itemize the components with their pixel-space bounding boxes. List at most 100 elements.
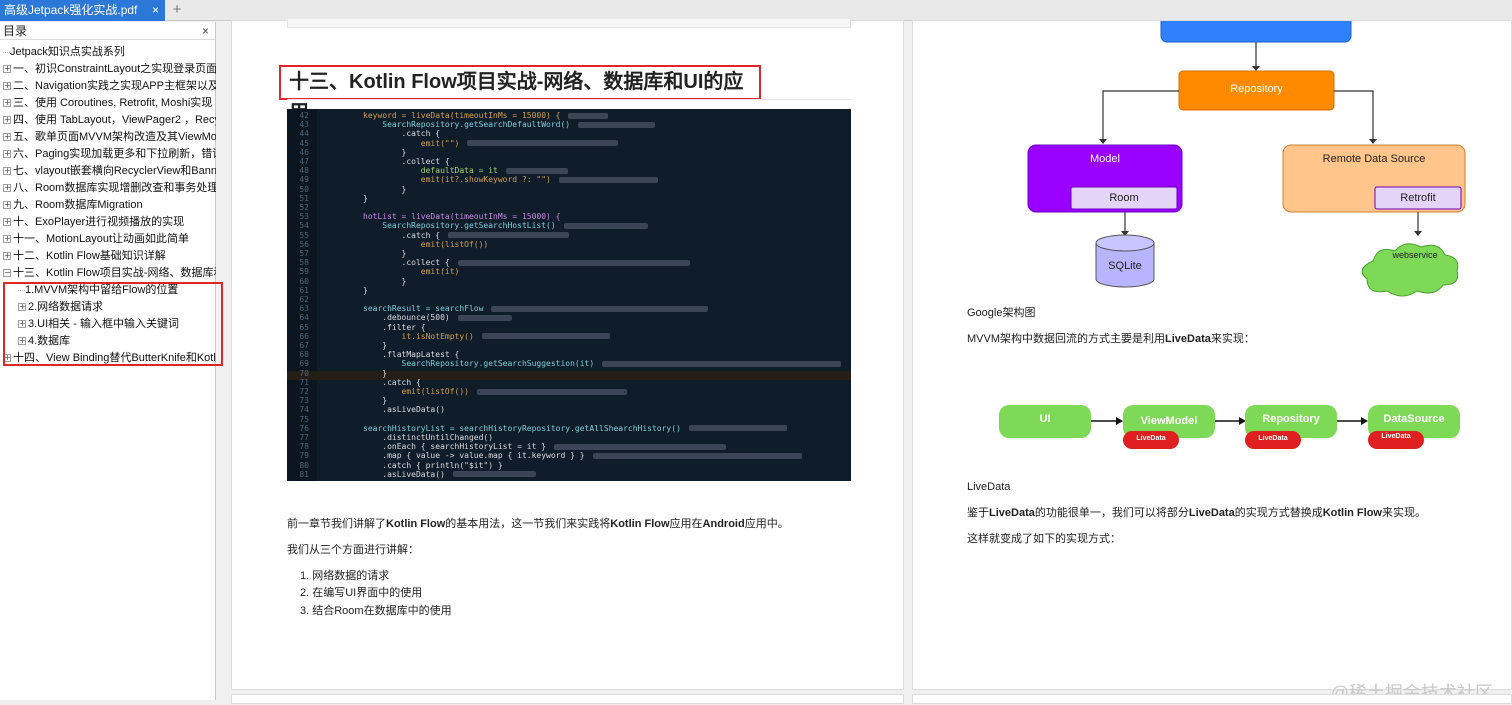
code-line: 65 .filter { [287, 322, 426, 332]
mvvm-paragraph: MVVM架构中数据回流的方式主要是利用LiveData来实现： [967, 333, 1255, 345]
line-number: 49 [299, 175, 309, 185]
code-line: 61} [287, 286, 367, 295]
outline-paragraph: 我们从三个方面进行讲解： [287, 544, 419, 556]
pdf-page-right-next [912, 694, 1512, 704]
line-number: 74 [299, 405, 309, 415]
line-number: 54 [299, 221, 309, 231]
code-text: } [363, 368, 388, 378]
line-number: 43 [299, 120, 309, 130]
code-text: searchHistoryList = searchHistoryReposit… [363, 423, 681, 433]
expand-icon[interactable]: + [3, 82, 11, 91]
code-line: 56 emit(listOf()) [287, 240, 488, 249]
expand-icon[interactable]: + [3, 218, 11, 227]
expand-icon[interactable]: + [3, 133, 11, 142]
toc-item[interactable]: + 四、使用 TabLayout，ViewPager2 ，Recy [0, 112, 216, 129]
code-line: 68 .flatMapLatest { [287, 350, 459, 359]
collapse-icon[interactable]: − [3, 269, 11, 278]
architecture-diagram [999, 21, 1466, 449]
close-tab-icon[interactable]: × [152, 0, 159, 21]
toc-title: 目录 [3, 24, 28, 38]
line-number: 55 [299, 230, 309, 240]
code-text: .asLiveData() [363, 405, 445, 415]
line-number: 45 [299, 138, 309, 148]
blurred-annotation [457, 259, 690, 266]
toc-item-label: 十三、Kotlin Flow项目实战-网络、数据库和 [13, 267, 216, 279]
toc-header: 目录 × [0, 22, 215, 40]
toc-item[interactable]: + 十、ExoPlayer进行视频播放的实现 [0, 214, 216, 231]
line-number: 68 [299, 350, 309, 360]
toc-item[interactable]: Jetpack知识点实战系列 [0, 44, 216, 61]
line-number: 77 [299, 433, 309, 442]
code-text: } [363, 249, 407, 258]
code-line: 44 .catch { [287, 129, 440, 138]
flow-ui-label: UI [1039, 413, 1051, 425]
code-text: } [363, 193, 368, 203]
code-line: 73 } [287, 396, 387, 405]
code-line: 81 .asLiveData() [287, 470, 536, 479]
code-text: emit(listOf()) [363, 239, 489, 249]
sqlite-label: SQLite [1108, 260, 1142, 272]
expand-icon[interactable]: + [3, 116, 11, 125]
line-number: 59 [299, 267, 309, 277]
toc-item[interactable]: + 九、Room数据库Migration [0, 197, 216, 214]
line-number: 58 [299, 258, 309, 268]
toc-item[interactable]: + 三、使用 Coroutines, Retrofit, Moshi实现 [0, 95, 216, 112]
blurred-annotation [578, 121, 656, 128]
flow-datasource-label: DataSource [1383, 413, 1445, 425]
toc-item[interactable]: + 六、Paging实现加载更多和下拉刷新，错误 [0, 146, 216, 163]
pdf-page-left-next [231, 694, 904, 704]
expand-icon[interactable]: + [3, 184, 11, 193]
code-line: 48 defaultData = it [287, 166, 568, 175]
expand-icon[interactable]: + [3, 201, 11, 210]
line-number: 78 [299, 442, 309, 452]
code-text: .flatMapLatest { [363, 350, 460, 360]
expand-icon[interactable]: + [3, 167, 11, 176]
new-tab-button[interactable]: + [170, 0, 184, 21]
line-number: 75 [299, 414, 309, 424]
line-number: 76 [299, 423, 309, 433]
document-tab[interactable]: 高级Jetpack强化实战.pdf × [0, 0, 165, 21]
line-number: 50 [299, 184, 309, 194]
code-text: .filter { [363, 322, 426, 332]
expand-icon[interactable]: + [3, 252, 11, 261]
toc-item[interactable]: + 十二、Kotlin Flow基础知识详解 [0, 248, 216, 265]
code-line: 42 keyword = liveData(timeoutInMs = 15000… [287, 111, 609, 120]
code-line: 70 } [287, 369, 387, 378]
expand-icon[interactable]: + [3, 235, 11, 244]
webservice-label: webservice [1392, 250, 1438, 260]
line-number: 71 [299, 377, 309, 387]
blurred-annotation [563, 222, 648, 229]
toc-item-label: 十二、Kotlin Flow基础知识详解 [13, 250, 166, 262]
toc-item[interactable]: − 十三、Kotlin Flow项目实战-网络、数据库和 [0, 265, 216, 282]
code-text: .distinctUntilChanged() [363, 433, 494, 442]
expand-icon[interactable]: + [3, 65, 11, 74]
code-text: SearchRepository.getSearchSuggestion(it) [363, 359, 595, 369]
line-number: 42 [299, 111, 309, 120]
toc-item[interactable]: + 八、Room数据库实现增删改查和事务处理 [0, 180, 216, 197]
code-line: 75 [287, 415, 363, 424]
code-text: .map { value -> value.map { it.keyword }… [363, 451, 585, 461]
code-line: 54 SearchRepository.getSearchHostList() [287, 221, 648, 230]
line-number: 46 [299, 147, 309, 157]
code-text: .collect { [363, 258, 450, 268]
toc-item[interactable]: + 一、初识ConstraintLayout之实现登录页面 [0, 61, 216, 78]
flow-repository-label: Repository [1262, 413, 1320, 425]
code-line: 78 .onEach { searchHistoryList = it } [287, 442, 727, 452]
blurred-annotation [505, 167, 568, 174]
blurred-annotation [457, 314, 512, 321]
expand-icon[interactable]: + [3, 150, 11, 159]
toc-item[interactable]: + 十一、MotionLayout让动画如此简单 [0, 231, 216, 248]
blurred-annotation [602, 360, 842, 367]
code-text: } [363, 184, 407, 194]
line-number: 73 [299, 396, 309, 406]
line-number: 70 [299, 368, 309, 378]
tree-line [3, 51, 10, 53]
expand-icon[interactable]: + [3, 99, 11, 108]
room-label: Room [1109, 192, 1139, 204]
list-item: 1. 网络数据的请求 [300, 570, 390, 582]
toc-item[interactable]: + 二、Navigation实践之实现APP主框架以及N [0, 78, 216, 95]
toc-item[interactable]: + 五、歌单页面MVVM架构改造及其ViewMoc [0, 129, 216, 146]
code-text: } [363, 396, 388, 406]
toc-item[interactable]: + 七、vlayout嵌套横向RecyclerView和Banne [0, 163, 216, 180]
close-sidebar-icon[interactable]: × [202, 22, 209, 40]
